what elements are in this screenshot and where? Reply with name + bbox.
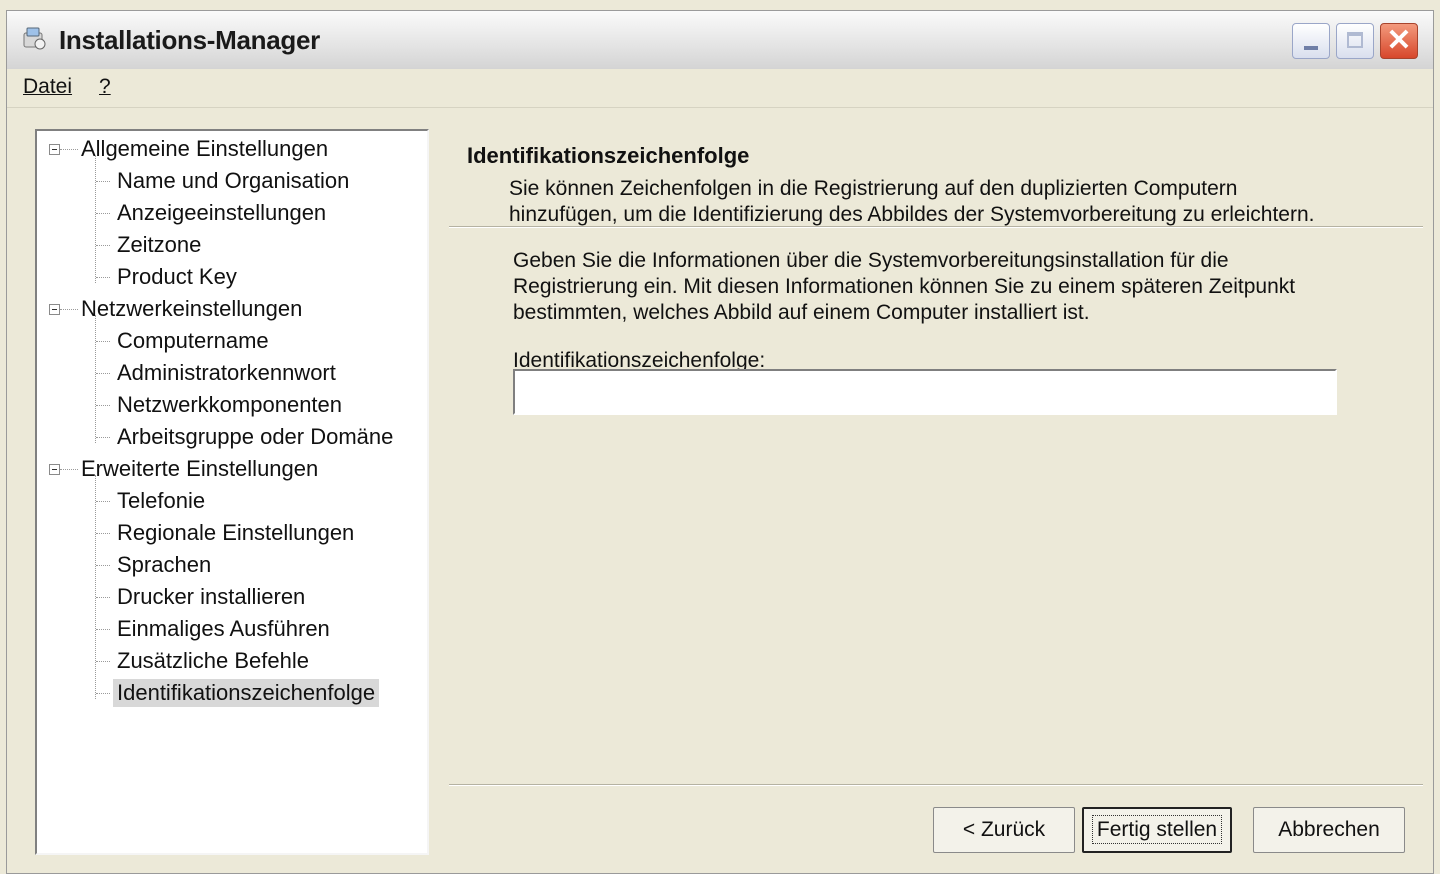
window-title: Installations-Manager: [59, 25, 320, 55]
minimize-button[interactable]: [1292, 23, 1330, 59]
menu-help[interactable]: ?: [99, 75, 111, 99]
instruction-line: Geben Sie die Informationen über die Sys…: [513, 249, 1229, 272]
close-button[interactable]: ✕: [1380, 23, 1418, 59]
tree-group-allgemeine-einstellungen[interactable]: Allgemeine Einstellungen: [81, 135, 328, 163]
installations-manager-window: Installations-Manager ✕ Datei ? Allgemei…: [6, 10, 1434, 874]
close-icon: ✕: [1386, 24, 1412, 57]
tree-connector: [96, 597, 110, 598]
tree-item-einmaliges-ausfuehren[interactable]: Einmaliges Ausführen: [117, 615, 330, 643]
tree-connector: [95, 315, 96, 443]
page-description: Sie können Zeichenfolgen in die Registri…: [509, 176, 1409, 228]
tree-item-name-und-organisation[interactable]: Name und Organisation: [117, 167, 349, 195]
tree-connector: [96, 501, 110, 502]
tree-connector: [60, 149, 78, 150]
instruction-line: bestimmten, welches Abbild auf einem Com…: [513, 301, 1090, 324]
tree-item-netzwerkkomponenten[interactable]: Netzwerkkomponenten: [117, 391, 342, 419]
tree-connector: [96, 181, 110, 182]
tree-connector: [96, 245, 110, 246]
tree-item-regionale-einstellungen[interactable]: Regionale Einstellungen: [117, 519, 354, 547]
tree-connector: [96, 565, 110, 566]
tree-item-sprachen[interactable]: Sprachen: [117, 551, 211, 579]
tree-connector: [96, 629, 110, 630]
tree-item-telefonie[interactable]: Telefonie: [117, 487, 205, 515]
tree-item-arbeitsgruppe-oder-domaene[interactable]: Arbeitsgruppe oder Domäne: [117, 423, 393, 451]
menu-bar: Datei ?: [7, 69, 1433, 108]
description-line: Sie können Zeichenfolgen in die Registri…: [509, 177, 1238, 200]
tree-item-administratorkennwort[interactable]: Administratorkennwort: [117, 359, 336, 387]
tree-connector: [96, 661, 110, 662]
footer-separator: [449, 784, 1423, 786]
tree-connector: [60, 469, 78, 470]
tree-item-drucker-installieren[interactable]: Drucker installieren: [117, 583, 305, 611]
tree-group-erweiterte-einstellungen[interactable]: Erweiterte Einstellungen: [81, 455, 318, 483]
tree-item-identifikationszeichenfolge-selected[interactable]: Identifikationszeichenfolge: [113, 679, 380, 707]
tree-connector: [95, 475, 96, 699]
tree-item-anzeigeeinstellungen[interactable]: Anzeigeeinstellungen: [117, 199, 326, 227]
app-icon: [23, 27, 46, 50]
instruction-text: Geben Sie die Informationen über die Sys…: [513, 248, 1393, 326]
tree-item-zusaetzliche-befehle[interactable]: Zusätzliche Befehle: [117, 647, 309, 675]
tree-connector: [95, 155, 96, 283]
back-button[interactable]: < Zurück: [933, 807, 1075, 853]
tree-item-computername[interactable]: Computername: [117, 327, 269, 355]
description-line: hinzufügen, um die Identifizierung des A…: [509, 203, 1315, 226]
menu-datei[interactable]: Datei: [23, 75, 72, 99]
identification-string-input[interactable]: [513, 369, 1337, 415]
tree-connector: [96, 277, 110, 278]
tree-connector: [60, 309, 78, 310]
settings-tree[interactable]: Allgemeine Einstellungen Name und Organi…: [35, 129, 429, 855]
collapse-toggle-icon[interactable]: [49, 144, 60, 155]
title-bar[interactable]: Installations-Manager ✕: [7, 11, 1433, 70]
tree-connector: [96, 341, 110, 342]
tree-item-product-key[interactable]: Product Key: [117, 263, 237, 291]
page-heading: Identifikationszeichenfolge: [467, 143, 750, 168]
instruction-line: Registrierung ein. Mit diesen Informatio…: [513, 275, 1296, 298]
collapse-toggle-icon[interactable]: [49, 304, 60, 315]
tree-connector: [96, 437, 110, 438]
tree-connector: [96, 533, 110, 534]
tree-connector: [96, 405, 110, 406]
tree-connector: [96, 693, 110, 694]
minimize-icon: [1304, 46, 1318, 50]
finish-button[interactable]: Fertig stellen: [1082, 807, 1232, 853]
tree-connector: [96, 373, 110, 374]
tree-item-zeitzone[interactable]: Zeitzone: [117, 231, 201, 259]
tree-group-netzwerkeinstellungen[interactable]: Netzwerkeinstellungen: [81, 295, 302, 323]
collapse-toggle-icon[interactable]: [49, 464, 60, 475]
tree-connector: [96, 213, 110, 214]
maximize-icon: [1347, 32, 1363, 48]
maximize-button[interactable]: [1336, 23, 1374, 59]
finish-button-label: Fertig stellen: [1091, 815, 1223, 844]
cancel-button[interactable]: Abbrechen: [1253, 807, 1405, 853]
header-separator: [449, 226, 1423, 228]
